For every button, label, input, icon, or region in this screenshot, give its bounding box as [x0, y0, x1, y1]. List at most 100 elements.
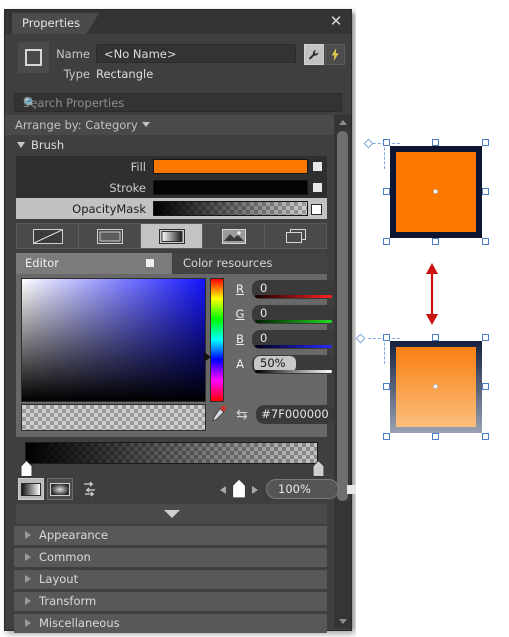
diagonal-slash-icon — [32, 228, 63, 244]
panel-scrollbar[interactable] — [334, 115, 351, 628]
top-shape-origin-dashline-v — [384, 143, 385, 169]
gradient-stop-marker-preview[interactable] — [231, 478, 247, 503]
close-icon[interactable]: ✕ — [328, 14, 344, 30]
collapse-editor-button[interactable] — [16, 504, 327, 524]
handle-top-left[interactable] — [383, 334, 390, 341]
linear-gradient-icon — [21, 482, 41, 496]
handle-middle-left[interactable] — [383, 188, 390, 195]
category-transform[interactable]: Transform — [14, 592, 327, 611]
design-canvas[interactable] — [355, 0, 509, 637]
triangle-left-icon[interactable] — [220, 486, 226, 494]
arrange-by-dropdown[interactable]: Arrange by: Category — [5, 115, 334, 135]
hex-color-input[interactable]: #7F000000 — [256, 405, 334, 424]
channel-input-r[interactable]: 0 — [252, 280, 335, 299]
zoom-input[interactable]: 100% — [266, 479, 339, 499]
gradient-stop-end[interactable] — [312, 460, 325, 477]
brush-row-label: OpacityMask — [72, 202, 146, 216]
linear-gradient-button[interactable] — [18, 478, 44, 500]
bottom-shape-selection — [383, 334, 489, 440]
chevron-down-icon — [17, 142, 25, 148]
tab-editor[interactable]: Editor — [16, 253, 172, 274]
handle-bottom-right[interactable] — [482, 238, 489, 245]
fill-enabled-checkbox[interactable] — [313, 162, 322, 171]
gradient-stop-icon — [312, 460, 325, 477]
top-shape-center-handle[interactable] — [433, 189, 438, 194]
opacitymask-gradient-swatch[interactable] — [153, 201, 308, 216]
gradient-square-icon — [158, 228, 185, 244]
category-common[interactable]: Common — [14, 548, 327, 567]
brush-row-fill[interactable]: Fill — [16, 156, 327, 177]
hue-strip[interactable] — [210, 278, 224, 402]
search-input[interactable]: Search Properties 🔍 — [14, 93, 342, 112]
wrench-glyph — [309, 49, 319, 59]
radial-gradient-button[interactable] — [47, 478, 73, 500]
chevron-right-icon — [25, 619, 31, 627]
category-layout[interactable]: Layout — [14, 570, 327, 589]
channel-value-g: 0 — [260, 306, 268, 320]
handle-top-center[interactable] — [432, 139, 439, 146]
brush-row-stroke[interactable]: Stroke — [16, 177, 327, 198]
reverse-stops-glyph — [84, 481, 95, 497]
handle-middle-right[interactable] — [482, 383, 489, 390]
handle-middle-left[interactable] — [383, 383, 390, 390]
brush-row-opacitymask[interactable]: OpacityMask — [16, 198, 327, 219]
solid-brush-button[interactable] — [79, 224, 141, 248]
channel-input-a[interactable]: 50% — [252, 355, 335, 374]
type-row: Type Rectangle — [55, 67, 345, 85]
triangle-right-icon[interactable] — [252, 486, 258, 494]
scroll-down-icon[interactable] — [334, 614, 351, 628]
name-input[interactable]: <No Name> — [96, 44, 296, 63]
lightning-glyph — [331, 48, 339, 61]
tab-color-resources[interactable]: Color resources — [174, 253, 327, 274]
category-label: Common — [39, 550, 91, 564]
tab-editor-label: Editor — [25, 256, 60, 270]
hue-marker-icon[interactable] — [204, 352, 211, 362]
tab-properties[interactable]: Properties — [12, 13, 99, 34]
handle-bottom-left[interactable] — [383, 433, 390, 440]
handle-top-center[interactable] — [432, 334, 439, 341]
handle-bottom-center[interactable] — [432, 238, 439, 245]
handle-top-right[interactable] — [482, 334, 489, 341]
zoom-checkbox[interactable] — [347, 485, 356, 494]
bottom-shape-center-handle[interactable] — [433, 384, 438, 389]
category-appearance[interactable]: Appearance — [14, 526, 327, 545]
gradient-brush-button[interactable] — [141, 224, 203, 248]
handle-bottom-center[interactable] — [432, 433, 439, 440]
handle-bottom-left[interactable] — [383, 238, 390, 245]
search-icon[interactable]: 🔍 — [23, 96, 336, 110]
image-brush-button[interactable] — [203, 224, 265, 248]
group-title-brush: Brush — [31, 138, 65, 152]
category-miscellaneous[interactable]: Miscellaneous — [14, 614, 327, 633]
fill-color-swatch[interactable] — [153, 159, 308, 174]
vertical-double-arrow — [422, 263, 442, 329]
visual-brush-button[interactable] — [265, 224, 326, 248]
channel-input-g[interactable]: 0 — [252, 305, 335, 324]
handle-middle-right[interactable] — [482, 188, 489, 195]
category-label: Appearance — [39, 528, 109, 542]
group-header-brush[interactable]: Brush — [5, 136, 346, 155]
channel-value-r: 0 — [260, 281, 268, 295]
gradient-stop-icon — [20, 460, 33, 477]
handle-top-right[interactable] — [482, 139, 489, 146]
saturation-value-field[interactable] — [21, 278, 206, 402]
gradient-preview[interactable] — [25, 442, 318, 464]
eyedropper-icon[interactable] — [211, 405, 227, 422]
arrange-by-label: Arrange by: Category — [15, 118, 138, 132]
gradient-stop-start[interactable] — [20, 460, 33, 477]
top-shape-origin-handle[interactable] — [363, 138, 374, 149]
reverse-stops-icon[interactable] — [81, 481, 99, 502]
channel-input-b[interactable]: 0 — [252, 330, 335, 349]
bottom-shape-origin-handle[interactable] — [355, 333, 366, 344]
scroll-up-icon[interactable] — [334, 115, 351, 129]
stroke-color-swatch[interactable] — [153, 180, 308, 195]
opacitymask-enabled-checkbox[interactable] — [311, 204, 322, 215]
lightning-icon[interactable] — [325, 44, 345, 65]
handle-bottom-right[interactable] — [482, 433, 489, 440]
scrollbar-thumb[interactable] — [337, 131, 348, 501]
stroke-enabled-checkbox[interactable] — [313, 183, 322, 192]
swap-arrows-icon[interactable]: ⇆ — [236, 407, 248, 423]
gradient-toolbar: 100% — [16, 478, 356, 503]
wrench-icon[interactable] — [304, 44, 324, 65]
no-brush-button[interactable] — [17, 224, 79, 248]
handle-top-left[interactable] — [383, 139, 390, 146]
